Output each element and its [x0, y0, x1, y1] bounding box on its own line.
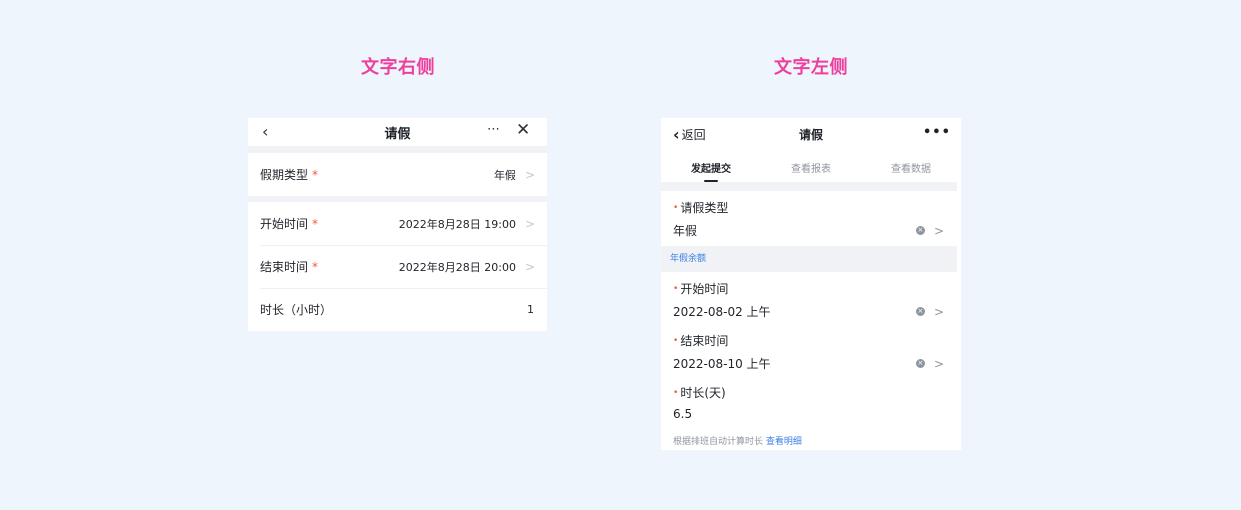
row-label: 假期类型 — [260, 168, 309, 182]
field-label: 请假类型 — [680, 201, 729, 215]
tab-bar: 发起提交 查看报表 查看数据 — [661, 150, 961, 182]
hint-text: 根据排班自动计算时长 — [673, 437, 764, 447]
form-group-type: 假期类型 * 年假 > — [248, 153, 547, 196]
chevron-right-icon: > — [933, 356, 944, 371]
field-value: 年假 — [673, 224, 698, 238]
field-value: 6.5 — [673, 407, 693, 421]
required-mark: • — [673, 336, 679, 346]
clear-icon[interactable]: × — [915, 359, 925, 368]
chevron-right-icon: > — [524, 259, 535, 274]
view-details-link[interactable]: 查看明细 — [766, 437, 802, 447]
row-start-time[interactable]: 开始时间 * 2022年8月28日 19:00 > — [248, 202, 547, 245]
tab-report[interactable]: 查看报表 — [761, 150, 861, 178]
close-icon[interactable]: ✕ — [516, 120, 530, 140]
nav-bar: ‹ 返回 请假 ••• — [661, 118, 961, 150]
row-label: 结束时间 — [260, 260, 309, 274]
required-mark: * — [312, 260, 319, 274]
more-icon[interactable]: ⋯ — [487, 122, 501, 137]
phone-text-right: ‹ 请假 ⋯ ✕ 假期类型 * 年假 > 开始时间 * 2022年8月28日 19:0… — [248, 118, 547, 331]
chevron-right-icon: > — [524, 167, 535, 182]
duration-hint: 根据排班自动计算时长 查看明细 — [661, 421, 961, 447]
phone-text-left: ‹ 返回 请假 ••• 发起提交 查看报表 查看数据 • 请假类型 年假 × > 年假余… — [661, 118, 961, 450]
back-button[interactable]: ‹ 返回 — [673, 125, 706, 144]
nav-bar: ‹ 请假 ⋯ ✕ — [248, 118, 547, 146]
leave-balance-link[interactable]: 年假余额 — [661, 246, 957, 272]
heading-text-right: 文字右侧 — [361, 57, 435, 78]
divider — [661, 182, 957, 191]
required-mark: • — [673, 388, 679, 398]
row-label: 开始时间 — [260, 217, 309, 231]
more-icon[interactable]: ••• — [923, 125, 951, 140]
back-label: 返回 — [681, 128, 706, 142]
back-chevron-icon: ‹ — [673, 125, 680, 144]
field-label: 时长(天) — [680, 386, 726, 400]
clear-icon[interactable]: × — [915, 307, 925, 316]
back-icon[interactable]: ‹ — [262, 122, 268, 141]
field-value: 2022-08-02 上午 — [673, 305, 771, 319]
tab-submit[interactable]: 发起提交 — [661, 150, 761, 182]
row-end-time[interactable]: 结束时间 * 2022年8月28日 20:00 > — [248, 245, 547, 288]
required-mark: • — [673, 203, 679, 213]
row-value: 2022年8月28日 20:00 — [398, 260, 516, 274]
row-duration: 时长（小时） 1 — [248, 288, 547, 331]
chevron-right-icon: > — [933, 223, 944, 238]
page-title: 请假 — [384, 126, 411, 142]
tab-data[interactable]: 查看数据 — [861, 150, 961, 178]
field-label: 结束时间 — [680, 334, 729, 348]
row-value: 2022年8月28日 19:00 — [398, 217, 516, 231]
heading-text-left: 文字左侧 — [774, 57, 848, 78]
form-group-time: 开始时间 * 2022年8月28日 19:00 > 结束时间 * 2022年8月28日… — [248, 202, 547, 331]
field-duration[interactable]: • 时长(天) 6.5 — [661, 372, 961, 421]
page-title: 请假 — [798, 127, 823, 142]
required-mark: * — [312, 168, 319, 182]
chevron-right-icon: > — [933, 304, 944, 319]
required-mark: * — [312, 217, 319, 231]
chevron-right-icon: > — [524, 216, 535, 231]
row-value: 年假 — [493, 168, 516, 182]
field-label: 开始时间 — [680, 282, 729, 296]
row-label: 时长（小时） — [260, 303, 333, 317]
row-leave-type[interactable]: 假期类型 * 年假 > — [248, 153, 547, 196]
field-end-time[interactable]: • 结束时间 2022-08-10 上午 × > — [661, 320, 961, 372]
clear-icon[interactable]: × — [915, 226, 925, 235]
field-start-time[interactable]: • 开始时间 2022-08-02 上午 × > — [661, 272, 961, 320]
required-mark: • — [673, 284, 679, 294]
field-leave-type[interactable]: • 请假类型 年假 × > — [661, 191, 961, 239]
row-value: 1 — [527, 303, 534, 316]
field-value: 2022-08-10 上午 — [673, 357, 771, 371]
